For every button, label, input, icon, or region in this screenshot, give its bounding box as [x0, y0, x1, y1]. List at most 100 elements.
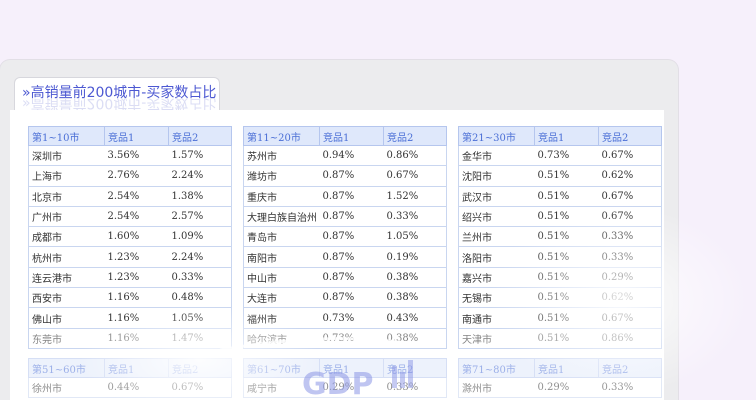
- city-cell: 连云港市: [28, 267, 105, 289]
- share-cell: 0.67%: [598, 186, 662, 207]
- table-row: 大连市 0.87% 0.38%: [243, 287, 447, 309]
- rank-range-header: 第61~70市: [243, 358, 320, 378]
- share-cell: 0.51%: [534, 226, 599, 248]
- table-header-row: 第71~80市 竞品1 竞品2: [458, 358, 662, 378]
- rank-table-51-60: 第51~60市 竞品1 竞品2 徐州市 0.44% 0.67%: [28, 358, 232, 399]
- competitor-header: 竞品2: [598, 358, 662, 378]
- competitor-header: 竞品1: [104, 126, 169, 146]
- share-cell: 1.23%: [104, 246, 169, 268]
- rank-table-1-10: 第1~10市 竞品1 竞品2 深圳市 3.56% 1.57% 上海市 2.76% 2.24% 北京…: [28, 126, 232, 349]
- competitor-header: 竞品2: [383, 358, 447, 378]
- share-cell: 2.24%: [168, 165, 232, 187]
- share-cell: 0.33%: [598, 226, 662, 248]
- city-cell: 苏州市: [243, 145, 320, 167]
- table-row: 滁州市 0.29% 0.33%: [458, 377, 662, 399]
- share-cell: 0.87%: [319, 246, 384, 268]
- competitor-header: 竞品2: [383, 126, 447, 146]
- city-cell: 北京市: [28, 186, 105, 207]
- table-row: 杭州市 1.23% 2.24%: [28, 246, 232, 268]
- competitor-header: 竞品1: [319, 126, 384, 146]
- table-row: 大理白族自治州 0.87% 0.33%: [243, 206, 447, 228]
- share-cell: 0.48%: [168, 287, 232, 309]
- share-cell: 0.86%: [598, 328, 662, 349]
- table-row: 上海市 2.76% 2.24%: [28, 165, 232, 187]
- share-cell: 1.47%: [168, 328, 232, 349]
- table-row: 北京市 2.54% 1.38%: [28, 186, 232, 207]
- share-cell: 0.51%: [534, 246, 599, 268]
- share-cell: 1.05%: [168, 307, 232, 329]
- share-cell: 0.19%: [383, 246, 447, 268]
- rank-range-header: 第21~30市: [458, 126, 535, 146]
- rank-table-61-70: 第61~70市 竞品1 竞品2 咸宁市 0.29% 0.33%: [243, 358, 447, 399]
- share-cell: 1.23%: [104, 267, 169, 289]
- share-cell: 0.33%: [598, 246, 662, 268]
- table-row: 咸宁市 0.29% 0.33%: [243, 377, 447, 399]
- share-cell: 0.38%: [383, 328, 447, 349]
- competitor-header: 竞品2: [598, 126, 662, 146]
- share-cell: 1.57%: [168, 145, 232, 167]
- share-cell: 0.62%: [598, 165, 662, 187]
- city-cell: 金华市: [458, 145, 535, 167]
- table-row: 成都市 1.60% 1.09%: [28, 226, 232, 248]
- share-cell: 0.43%: [383, 307, 447, 329]
- table-row: 武汉市 0.51% 0.67%: [458, 186, 662, 207]
- table-row: 福州市 0.73% 0.43%: [243, 307, 447, 329]
- share-cell: 1.05%: [383, 226, 447, 248]
- rank-range-header: 第71~80市: [458, 358, 535, 378]
- city-cell: 徐州市: [28, 377, 105, 399]
- table-row: 徐州市 0.44% 0.67%: [28, 377, 232, 399]
- share-cell: 2.54%: [104, 206, 169, 228]
- share-cell: 0.51%: [534, 328, 599, 349]
- table-row: 青岛市 0.87% 1.05%: [243, 226, 447, 248]
- share-cell: 2.57%: [168, 206, 232, 228]
- city-cell: 大连市: [243, 287, 320, 309]
- city-cell: 沈阳市: [458, 165, 535, 187]
- city-cell: 潍坊市: [243, 165, 320, 187]
- competitor-header: 竞品2: [168, 358, 232, 378]
- share-cell: 0.29%: [319, 377, 384, 399]
- city-cell: 滁州市: [458, 377, 535, 399]
- city-cell: 佛山市: [28, 307, 105, 329]
- city-cell: 咸宁市: [243, 377, 320, 399]
- city-cell: 福州市: [243, 307, 320, 329]
- table-row: 佛山市 1.16% 1.05%: [28, 307, 232, 329]
- table-row: 天津市 0.51% 0.86%: [458, 328, 662, 349]
- table-row: 南通市 0.51% 0.67%: [458, 307, 662, 329]
- city-cell: 中山市: [243, 267, 320, 289]
- city-cell: 广州市: [28, 206, 105, 228]
- share-cell: 0.73%: [319, 307, 384, 329]
- table-header-row: 第61~70市 竞品1 竞品2: [243, 358, 447, 378]
- share-cell: 0.86%: [383, 145, 447, 167]
- table-header-row: 第1~10市 竞品1 竞品2: [28, 126, 232, 146]
- table-row: 南阳市 0.87% 0.19%: [243, 246, 447, 268]
- city-cell: 东莞市: [28, 328, 105, 349]
- share-cell: 0.87%: [319, 186, 384, 207]
- rank-range-header: 第11~20市: [243, 126, 320, 146]
- share-cell: 0.33%: [598, 377, 662, 399]
- share-cell: 2.24%: [168, 246, 232, 268]
- share-cell: 0.73%: [534, 145, 599, 167]
- share-cell: 0.62%: [598, 287, 662, 309]
- share-cell: 0.87%: [319, 267, 384, 289]
- share-cell: 0.94%: [319, 145, 384, 167]
- table-row: 绍兴市 0.51% 0.67%: [458, 206, 662, 228]
- table-row: 嘉兴市 0.51% 0.29%: [458, 267, 662, 289]
- share-cell: 1.16%: [104, 287, 169, 309]
- share-cell: 3.56%: [104, 145, 169, 167]
- table-row: 无锡市 0.51% 0.62%: [458, 287, 662, 309]
- share-cell: 0.33%: [168, 267, 232, 289]
- share-cell: 0.44%: [104, 377, 169, 399]
- table-row: 苏州市 0.94% 0.86%: [243, 145, 447, 167]
- city-cell: 上海市: [28, 165, 105, 187]
- share-cell: 0.51%: [534, 206, 599, 228]
- share-cell: 0.29%: [598, 267, 662, 289]
- city-cell: 青岛市: [243, 226, 320, 248]
- table-row: 广州市 2.54% 2.57%: [28, 206, 232, 228]
- city-cell: 洛阳市: [458, 246, 535, 268]
- city-cell: 深圳市: [28, 145, 105, 167]
- share-cell: 0.38%: [383, 287, 447, 309]
- competitor-header: 竞品2: [168, 126, 232, 146]
- share-cell: 0.87%: [319, 287, 384, 309]
- share-cell: 0.73%: [319, 328, 384, 349]
- share-cell: 1.09%: [168, 226, 232, 248]
